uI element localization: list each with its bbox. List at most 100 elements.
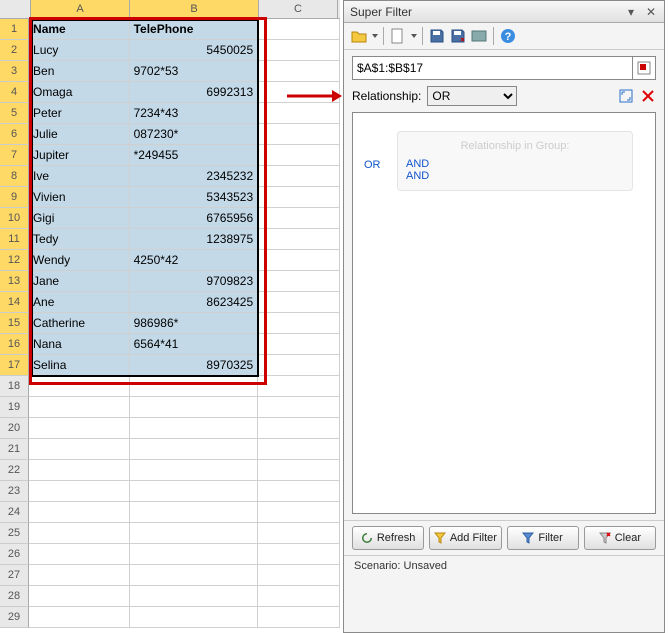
row-header[interactable]: 20 bbox=[0, 418, 29, 439]
new-dropdown[interactable] bbox=[411, 34, 417, 38]
cell[interactable] bbox=[258, 208, 340, 229]
row-header[interactable]: 7 bbox=[0, 145, 29, 166]
row-header[interactable]: 16 bbox=[0, 334, 29, 355]
cell[interactable] bbox=[29, 586, 130, 607]
cell[interactable] bbox=[258, 523, 340, 544]
cell[interactable] bbox=[258, 166, 340, 187]
cell[interactable] bbox=[130, 418, 259, 439]
cell[interactable] bbox=[130, 586, 259, 607]
range-input[interactable] bbox=[352, 56, 633, 80]
cell[interactable] bbox=[29, 418, 130, 439]
row-header[interactable]: 9 bbox=[0, 187, 29, 208]
cell-phone[interactable]: 5450025 bbox=[130, 40, 259, 61]
cell-phone[interactable]: 1238975 bbox=[130, 229, 259, 250]
cell-phone[interactable]: 9702*53 bbox=[130, 61, 259, 82]
cell-name[interactable]: Gigi bbox=[29, 208, 130, 229]
open-dropdown[interactable] bbox=[372, 34, 378, 38]
col-header-B[interactable]: B bbox=[130, 0, 259, 18]
row-header[interactable]: 18 bbox=[0, 376, 29, 397]
cell-phone[interactable]: 6564*41 bbox=[130, 334, 259, 355]
row-header[interactable]: 28 bbox=[0, 586, 29, 607]
cell[interactable] bbox=[258, 544, 340, 565]
cell[interactable] bbox=[258, 271, 340, 292]
cell[interactable] bbox=[258, 187, 340, 208]
dropdown-icon[interactable]: ▾ bbox=[624, 5, 638, 19]
row-header[interactable]: 11 bbox=[0, 229, 29, 250]
cell[interactable] bbox=[130, 460, 259, 481]
expand-icon[interactable] bbox=[618, 88, 634, 104]
cell-phone[interactable]: 8970325 bbox=[130, 355, 259, 376]
cell[interactable] bbox=[130, 397, 259, 418]
header-phone[interactable]: TelePhone bbox=[130, 19, 259, 40]
cell[interactable] bbox=[29, 502, 130, 523]
cell[interactable] bbox=[258, 481, 340, 502]
cell[interactable] bbox=[29, 439, 130, 460]
row-header[interactable]: 8 bbox=[0, 166, 29, 187]
cell[interactable] bbox=[130, 607, 259, 628]
cell-name[interactable]: Catherine bbox=[29, 313, 130, 334]
cell[interactable] bbox=[258, 313, 340, 334]
cell-name[interactable]: Ane bbox=[29, 292, 130, 313]
cell-phone[interactable]: *249455 bbox=[130, 145, 259, 166]
col-header-A[interactable]: A bbox=[31, 0, 130, 18]
cell[interactable] bbox=[130, 544, 259, 565]
clear-button[interactable]: Clear bbox=[584, 526, 656, 550]
cell-name[interactable]: Ive bbox=[29, 166, 130, 187]
row-header[interactable]: 3 bbox=[0, 61, 29, 82]
header-name[interactable]: Name bbox=[29, 19, 130, 40]
row-header[interactable]: 2 bbox=[0, 40, 29, 61]
cell-phone[interactable]: 986986* bbox=[130, 313, 259, 334]
row-header[interactable]: 5 bbox=[0, 103, 29, 124]
saveas-icon[interactable] bbox=[449, 27, 467, 45]
row-header[interactable]: 27 bbox=[0, 565, 29, 586]
cell-phone[interactable]: 7234*43 bbox=[130, 103, 259, 124]
cell[interactable] bbox=[258, 565, 340, 586]
row-header[interactable]: 22 bbox=[0, 460, 29, 481]
cell-name[interactable]: Jane bbox=[29, 271, 130, 292]
row-header[interactable]: 17 bbox=[0, 355, 29, 376]
cell[interactable] bbox=[258, 418, 340, 439]
cell-phone[interactable]: 5343523 bbox=[130, 187, 259, 208]
cell[interactable] bbox=[130, 439, 259, 460]
row-header[interactable]: 29 bbox=[0, 607, 29, 628]
cell[interactable] bbox=[29, 460, 130, 481]
cell-name[interactable]: Jupiter bbox=[29, 145, 130, 166]
cell-name[interactable]: Selina bbox=[29, 355, 130, 376]
row-header[interactable]: 14 bbox=[0, 292, 29, 313]
row-header[interactable]: 15 bbox=[0, 313, 29, 334]
row-header[interactable]: 19 bbox=[0, 397, 29, 418]
cell[interactable] bbox=[258, 19, 340, 40]
row-header[interactable]: 13 bbox=[0, 271, 29, 292]
save-icon[interactable] bbox=[428, 27, 446, 45]
cell[interactable] bbox=[258, 103, 340, 124]
cell-phone[interactable]: 6992313 bbox=[130, 82, 259, 103]
cell[interactable] bbox=[258, 607, 340, 628]
cell[interactable] bbox=[258, 40, 340, 61]
close-icon[interactable]: ✕ bbox=[644, 5, 658, 19]
cell-name[interactable]: Ben bbox=[29, 61, 130, 82]
row-header[interactable]: 4 bbox=[0, 82, 29, 103]
cell[interactable] bbox=[258, 250, 340, 271]
cell[interactable] bbox=[29, 523, 130, 544]
help-icon[interactable]: ? bbox=[499, 27, 517, 45]
cell-phone[interactable]: 2345232 bbox=[130, 166, 259, 187]
cell[interactable] bbox=[258, 334, 340, 355]
cell[interactable] bbox=[130, 523, 259, 544]
cell[interactable] bbox=[258, 586, 340, 607]
filter-button[interactable]: Filter bbox=[507, 526, 579, 550]
cell-phone[interactable]: 6765956 bbox=[130, 208, 259, 229]
cell-phone[interactable]: 9709823 bbox=[130, 271, 259, 292]
cell-name[interactable]: Tedy bbox=[29, 229, 130, 250]
row-header[interactable]: 1 bbox=[0, 19, 29, 40]
cell-name[interactable]: Nana bbox=[29, 334, 130, 355]
cell-name[interactable]: Omaga bbox=[29, 82, 130, 103]
cell[interactable] bbox=[130, 565, 259, 586]
cell[interactable] bbox=[130, 481, 259, 502]
cell[interactable] bbox=[258, 355, 340, 376]
cell[interactable] bbox=[258, 124, 340, 145]
cell[interactable] bbox=[258, 229, 340, 250]
cell-phone[interactable]: 4250*42 bbox=[130, 250, 259, 271]
cell[interactable] bbox=[258, 502, 340, 523]
row-header[interactable]: 23 bbox=[0, 481, 29, 502]
cell[interactable] bbox=[130, 502, 259, 523]
